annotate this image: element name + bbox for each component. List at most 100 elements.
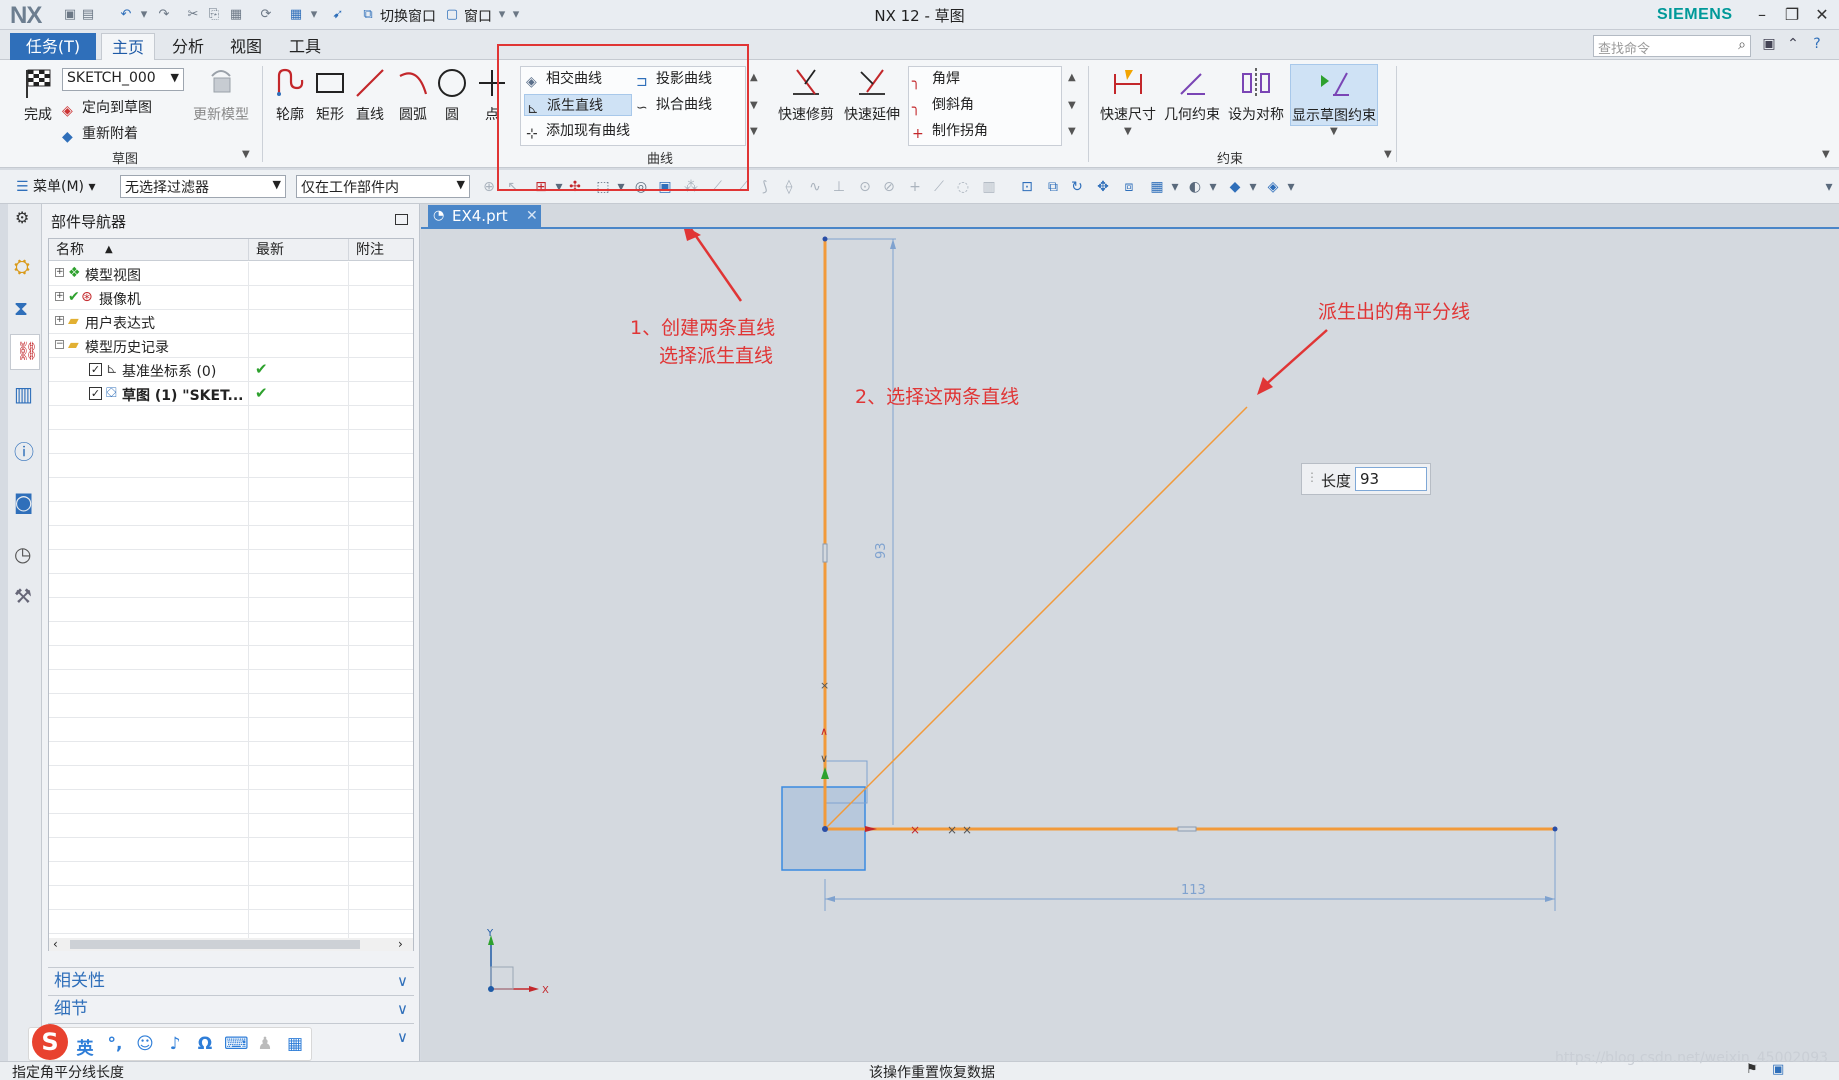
zoom-icon[interactable]: ⧉ <box>1044 178 1062 196</box>
switch-window-icon[interactable]: ⧉ <box>360 7 376 23</box>
tree-row[interactable]: + ✔ ⊛ 摄像机 <box>49 286 413 310</box>
render-style-icon[interactable]: ◐ <box>1186 178 1204 196</box>
ime-language-toggle[interactable]: 英 <box>74 1034 96 1059</box>
special-chars-icon[interactable]: Ω <box>194 1034 216 1054</box>
vertical-dimension-value[interactable]: 93 <box>874 542 889 559</box>
window-icon[interactable]: ▢ <box>444 7 460 23</box>
gallery-scroll-down-icon[interactable]: ▼ <box>750 100 758 111</box>
window-menu-button[interactable]: 窗口 <box>464 6 492 26</box>
microphone-icon[interactable]: ♪ <box>164 1034 186 1054</box>
tree-collapse-icon[interactable]: − <box>55 340 64 349</box>
menu-button[interactable]: ☰ 菜单(M) ▾ <box>16 176 96 196</box>
touch-mode-icon[interactable]: ➹ <box>330 7 346 23</box>
snap-icon[interactable]: ⊕ <box>480 178 498 196</box>
arc-center-icon[interactable]: ⊙ <box>856 178 874 196</box>
dropdown-arrow-icon[interactable]: ▾ <box>1244 178 1262 196</box>
column-header-latest[interactable]: 最新 <box>249 239 349 261</box>
restore-button[interactable]: ❐ <box>1778 4 1806 26</box>
reattach-button[interactable]: ◆ 重新附着 <box>62 123 138 145</box>
toolbar-options-icon[interactable]: ▾ <box>1820 178 1838 196</box>
assembly-navigator-icon[interactable]: ⛭ <box>14 254 38 278</box>
dropdown-arrow-icon[interactable]: ▾ <box>1204 178 1222 196</box>
save-all-icon[interactable]: ▤ <box>80 7 96 23</box>
scroll-right-icon[interactable]: › <box>398 937 403 951</box>
angle-bisector-line[interactable] <box>824 406 1248 830</box>
close-tab-icon[interactable]: ✕ <box>526 205 538 227</box>
gallery-expand-icon[interactable]: ▼ <box>1068 126 1076 137</box>
endpoint-marker[interactable] <box>822 236 828 242</box>
tree-row[interactable]: − ▰ 模型历史记录 <box>49 334 413 358</box>
orient-view-icon[interactable]: ⧈ <box>1120 178 1138 196</box>
dropdown-arrow-icon[interactable]: ▾ <box>1166 178 1184 196</box>
info-window-icon[interactable]: ⓘ <box>14 436 38 464</box>
bounded-grid-icon[interactable]: ▥ <box>980 178 998 196</box>
orient-to-sketch-button[interactable]: ◈ 定向到草图 <box>62 97 152 119</box>
redo-icon[interactable]: ↷ <box>156 7 172 23</box>
point-on-curve-icon[interactable]: ⟋ <box>930 178 948 196</box>
cut-icon[interactable]: ✂ <box>185 7 201 23</box>
rectangle-button[interactable]: 矩形 <box>310 66 350 124</box>
constraint-navigator-icon[interactable]: ⧗ <box>14 296 38 320</box>
layout-icon[interactable]: ▦ <box>1148 178 1166 196</box>
help-icon[interactable]: ? <box>1808 36 1826 54</box>
gallery-scroll-up-icon[interactable]: ▲ <box>750 72 758 83</box>
sogou-logo-icon[interactable]: S <box>32 1024 68 1060</box>
ribbon-options-icon[interactable]: ▣ <box>1760 36 1778 54</box>
circle-button[interactable]: 圆 <box>434 66 470 124</box>
gallery-expand-icon[interactable]: ▼ <box>750 126 758 137</box>
dropdown-arrow-icon[interactable]: ▾ <box>306 7 322 23</box>
tab-analysis[interactable]: 分析 <box>162 33 214 60</box>
group-expand-icon[interactable]: ▼ <box>242 149 250 160</box>
dropdown-arrow-icon[interactable]: ▼ <box>1124 126 1132 137</box>
document-tab[interactable]: ◔ EX4.prt <box>428 205 541 227</box>
pan-icon[interactable]: ✥ <box>1094 178 1112 196</box>
customize-toolbar-icon[interactable]: ▾ <box>508 7 524 23</box>
tab-task[interactable]: 任务(T) <box>10 33 96 60</box>
arc-button[interactable]: 圆弧 <box>392 66 434 124</box>
profile-button[interactable]: 轮廓 <box>270 66 310 124</box>
rotate-icon[interactable]: ↻ <box>1068 178 1086 196</box>
sketch-flag-icon[interactable]: ⚑ <box>1746 1062 1758 1077</box>
sketch-canvas[interactable]: 93 113 × ∧ ∨ × × × Y X <box>421 229 1839 1061</box>
column-header-name[interactable]: 名称 ▲ <box>49 239 249 261</box>
selection-filter-select[interactable]: 无选择过滤器 ▼ <box>120 175 286 198</box>
shaded-icon[interactable]: ◆ <box>1226 178 1244 196</box>
details-section[interactable]: 细节 ∨ <box>48 995 414 1021</box>
tree-expand-icon[interactable]: + <box>55 268 64 277</box>
endpoint-marker[interactable] <box>1552 826 1558 832</box>
length-input[interactable]: 93 <box>1355 467 1427 491</box>
gallery-scroll-down-icon[interactable]: ▼ <box>1068 100 1076 111</box>
point-on-surface-icon[interactable]: ◌ <box>954 178 972 196</box>
quick-extend-button[interactable]: 快速延伸 <box>840 66 904 124</box>
status-window-icon[interactable]: ▣ <box>1772 1062 1784 1077</box>
horizontal-dimension-value[interactable]: 113 <box>1181 883 1206 898</box>
group-expand-icon[interactable]: ▼ <box>1384 149 1392 160</box>
chamfer-button[interactable]: ╮ 倒斜角 <box>912 94 974 116</box>
visibility-checkbox[interactable]: ✓ <box>89 387 102 400</box>
origin-point[interactable] <box>822 826 828 832</box>
rapid-dimension-button[interactable]: 快速尺寸 <box>1094 66 1162 124</box>
history-clock-icon[interactable]: ◷ <box>14 542 38 566</box>
dropdown-arrow-icon[interactable]: ▼ <box>1330 126 1338 137</box>
selection-scope-select[interactable]: 仅在工作部件内 ▼ <box>296 175 470 198</box>
intersection-icon[interactable]: ⊥ <box>830 178 848 196</box>
tab-view[interactable]: 视图 <box>220 33 272 60</box>
tree-expand-icon[interactable]: + <box>55 292 64 301</box>
reuse-library-icon[interactable]: ▥ <box>14 382 38 406</box>
tab-home[interactable]: 主页 <box>101 33 156 60</box>
paste-icon[interactable]: ▦ <box>228 7 244 23</box>
window-layout-icon[interactable]: ▦ <box>288 7 304 23</box>
ribbon-more-icon[interactable]: ▼ <box>1822 149 1830 160</box>
copy-icon[interactable]: ⎘ <box>206 7 222 23</box>
show-hide-icon[interactable]: ◈ <box>1264 178 1282 196</box>
web-browser-icon[interactable]: ◙ <box>14 490 38 514</box>
user-icon[interactable]: ♟ <box>254 1034 276 1054</box>
settings-gear-icon[interactable]: ⚙ <box>15 208 29 227</box>
maximize-panel-icon[interactable] <box>395 214 408 225</box>
update-model-button[interactable]: 更新模型 <box>190 66 252 124</box>
switch-window-button[interactable]: 切换窗口 <box>380 6 436 26</box>
fit-view-icon[interactable]: ⊡ <box>1018 178 1036 196</box>
undo-icon[interactable]: ↶ <box>118 7 134 23</box>
tree-row[interactable]: + ❖ 模型视图 <box>49 262 413 286</box>
toolbox-icon[interactable]: ▦ <box>284 1034 306 1054</box>
